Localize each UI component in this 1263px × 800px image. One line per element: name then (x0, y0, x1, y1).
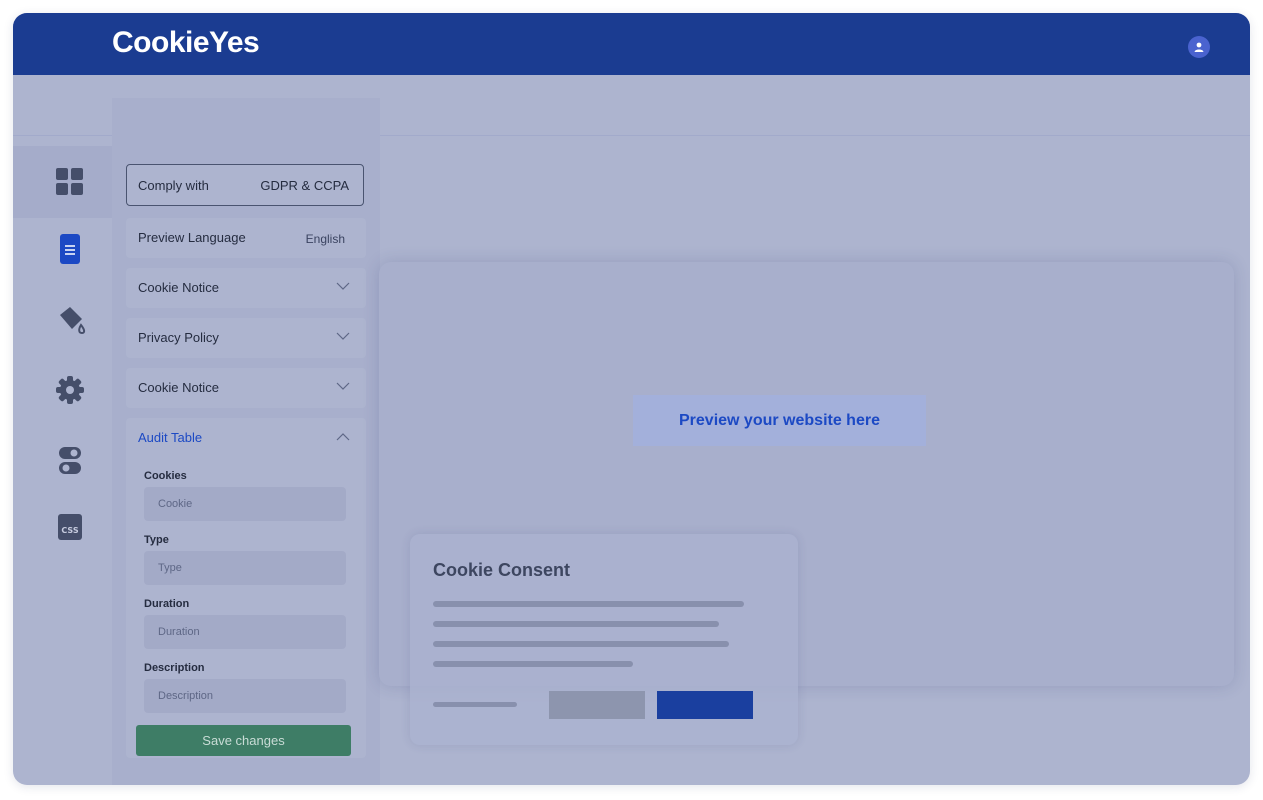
cookie-input[interactable]: Cookie (144, 487, 346, 521)
consent-title: Cookie Consent (433, 560, 571, 580)
consent-link-placeholder[interactable] (433, 702, 517, 707)
section-label: Privacy Policy (138, 330, 219, 345)
audit-table-section: Audit Table Cookies Cookie Type Type Dur… (126, 418, 366, 758)
paint-bucket-icon (60, 307, 86, 335)
description-label: Description (144, 662, 205, 674)
preview-language-value: English (305, 232, 345, 246)
document-icon (60, 234, 80, 264)
cookies-label: Cookies (144, 470, 187, 482)
settings-panel: Comply with GDPR & CCPA Preview Language… (112, 98, 380, 785)
type-label: Type (144, 534, 169, 546)
logo: CookieYes (112, 26, 260, 59)
consent-text-line (433, 601, 744, 607)
dashboard-icon (56, 168, 83, 195)
svg-text:CSS: CSS (61, 526, 78, 535)
chevron-down-icon (336, 382, 350, 390)
user-avatar-button[interactable] (1188, 36, 1210, 58)
user-icon (1194, 42, 1204, 52)
comply-with-select[interactable]: Comply with GDPR & CCPA (126, 164, 364, 206)
consent-text-line (433, 661, 633, 667)
consent-text-line (433, 641, 729, 647)
css-file-icon: CSS (58, 514, 82, 540)
section-label: Cookie Notice (138, 280, 219, 295)
comply-label: Comply with (138, 178, 209, 193)
chevron-up-icon[interactable] (336, 432, 350, 441)
gear-icon (56, 376, 84, 404)
sidebar-item-toggles[interactable] (56, 446, 84, 474)
save-changes-button[interactable]: Save changes (136, 725, 351, 756)
sidebar-item-document[interactable] (56, 234, 84, 264)
preview-language-label: Preview Language (138, 230, 246, 245)
section-label: Cookie Notice (138, 380, 219, 395)
app-window: CookieYes CSS Comply with GDPR & CCPA Pr… (13, 13, 1250, 785)
chevron-down-icon (336, 282, 350, 290)
sidebar-item-design[interactable] (56, 305, 86, 335)
audit-table-title[interactable]: Audit Table (138, 430, 202, 445)
duration-label: Duration (144, 598, 190, 610)
consent-reject-button[interactable] (549, 691, 645, 719)
sidebar-item-dashboard[interactable] (56, 168, 84, 196)
comply-value: GDPR & CCPA (260, 178, 349, 193)
sidebar-item-settings[interactable] (56, 376, 84, 404)
cookie-consent-banner: Cookie Consent (410, 534, 798, 745)
toggle-icon (59, 447, 81, 474)
sidebar-item-css[interactable]: CSS (56, 514, 84, 542)
type-input[interactable]: Type (144, 551, 346, 585)
section-cookie-notice[interactable]: Cookie Notice (126, 268, 366, 308)
section-cookie-notice-2[interactable]: Cookie Notice (126, 368, 366, 408)
consent-accept-button[interactable] (657, 691, 753, 719)
chevron-down-icon (336, 332, 350, 340)
preview-language-select[interactable]: Preview Language English (126, 218, 366, 258)
duration-input[interactable]: Duration (144, 615, 346, 649)
top-header: CookieYes (13, 13, 1250, 75)
preview-placeholder-label: Preview your website here (633, 395, 926, 446)
description-input[interactable]: Description (144, 679, 346, 713)
consent-text-line (433, 621, 719, 627)
section-privacy-policy[interactable]: Privacy Policy (126, 318, 366, 358)
